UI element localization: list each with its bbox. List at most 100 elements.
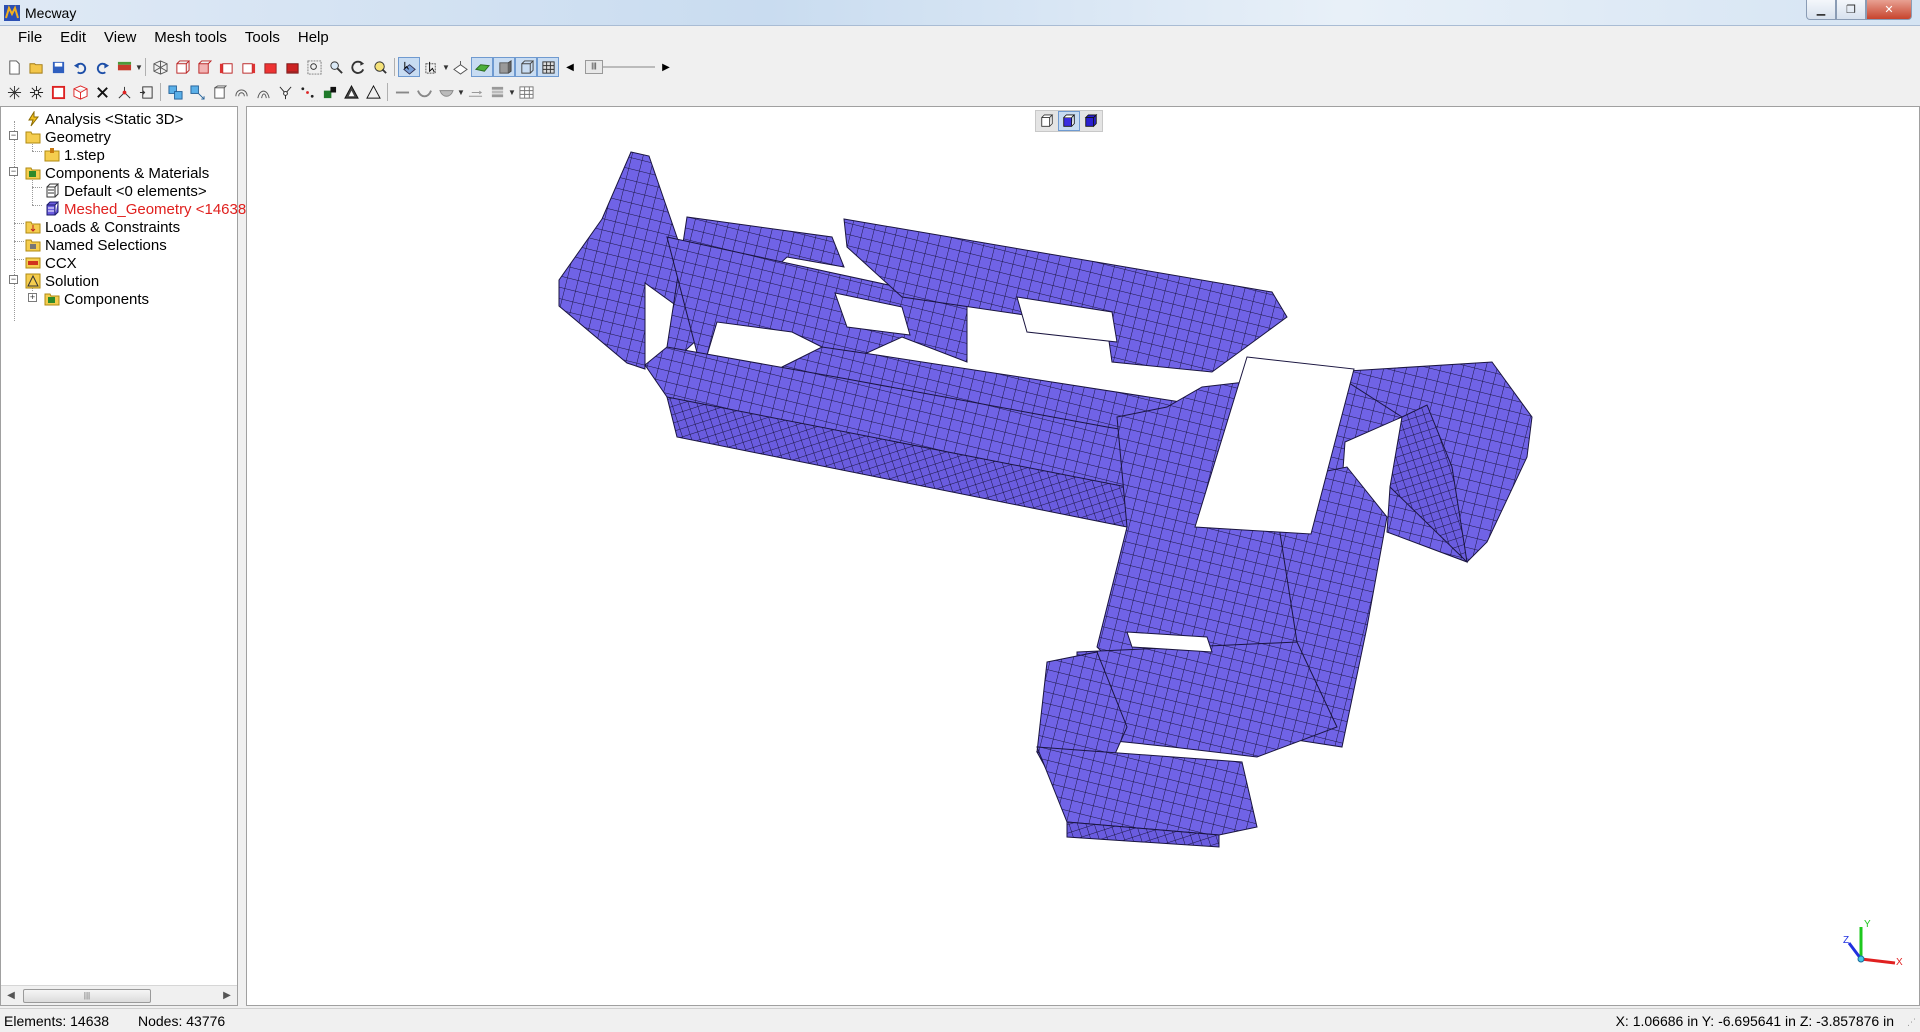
select-mode-button[interactable] <box>420 57 442 77</box>
surface-button[interactable] <box>435 82 457 102</box>
mesh-model-canvas[interactable] <box>247 107 1920 1006</box>
redo-button[interactable] <box>91 57 113 77</box>
solve-ccx-button[interactable] <box>113 57 135 77</box>
menu-mesh-tools[interactable]: Mesh tools <box>146 26 237 48</box>
fill-button[interactable] <box>318 82 340 102</box>
mesh-face-left-fin <box>558 151 682 370</box>
scroll-left-arrow-icon[interactable]: ◀ <box>3 988 19 1004</box>
scrollbar-thumb[interactable]: ||| <box>23 989 151 1003</box>
meshed-part[interactable] <box>558 151 1533 848</box>
restore-button[interactable]: ❐ <box>1836 0 1866 20</box>
select-elements-button[interactable] <box>398 57 420 77</box>
select-mode-dropdown-arrow[interactable]: ▼ <box>442 63 450 72</box>
resize-grip-icon[interactable]: ⋰ <box>1907 1017 1916 1028</box>
zoom-all-button[interactable] <box>369 57 391 77</box>
sweep-button[interactable] <box>252 82 274 102</box>
line-button[interactable] <box>391 82 413 102</box>
cube-right-icon <box>241 62 255 74</box>
graphics-viewport[interactable]: Y X Z <box>246 106 1920 1006</box>
solution-collapse-toggle[interactable]: − <box>9 275 18 284</box>
components-collapse-toggle[interactable]: − <box>9 167 18 176</box>
node-points-button[interactable] <box>296 82 318 102</box>
tree-item-solution-components[interactable]: Components <box>44 288 149 310</box>
new-file-button[interactable] <box>3 57 25 77</box>
node-points-icon <box>300 86 314 98</box>
scroll-right-arrow-icon[interactable]: ▶ <box>219 988 235 1004</box>
scroll-right-button[interactable]: ▶ <box>655 57 677 77</box>
slider-thumb[interactable]: ||| <box>585 60 603 74</box>
redo-icon <box>96 62 109 74</box>
triangle-button[interactable] <box>362 82 384 102</box>
shaded-view-button[interactable] <box>471 57 493 77</box>
transparency-slider[interactable]: ||| <box>585 59 655 75</box>
arc-button[interactable] <box>413 82 435 102</box>
fill-shape-icon <box>323 86 336 98</box>
select-faces-button[interactable] <box>449 57 471 77</box>
tree-guide-line <box>32 205 42 206</box>
model-tree-panel: Analysis <Static 3D> − Geometry 1.step −… <box>0 106 246 1006</box>
refine-button[interactable] <box>135 82 157 102</box>
zoom-window-button[interactable] <box>303 57 325 77</box>
align-arrow-icon <box>468 90 482 97</box>
explode-button[interactable] <box>3 82 25 102</box>
menu-help[interactable]: Help <box>290 26 339 48</box>
menu-edit[interactable]: Edit <box>52 26 96 48</box>
mesh-face-top-beam <box>843 218 1288 373</box>
solve-dropdown-arrow[interactable]: ▼ <box>135 63 143 72</box>
mesh-lines-button[interactable] <box>537 57 559 77</box>
menu-file[interactable]: File <box>10 26 52 48</box>
copy-mesh-icon <box>167 84 183 100</box>
mesh-toolbar: ▼ ▼ <box>0 80 1920 104</box>
cursor-coordinates: X: 1.06686 in Y: -6.695641 in Z: -3.8578… <box>1615 1013 1894 1029</box>
menu-bar: File Edit View Mesh tools Tools Help <box>0 26 1920 48</box>
menu-view[interactable]: View <box>96 26 146 48</box>
tree-guide-line <box>32 187 42 188</box>
view-right-button[interactable] <box>237 57 259 77</box>
mesh-grid-icon <box>541 60 555 74</box>
cube-bottom-icon <box>285 62 299 74</box>
save-button[interactable] <box>47 57 69 77</box>
hex-tool-button[interactable] <box>69 82 91 102</box>
view-isometric-button[interactable] <box>149 57 171 77</box>
triangle-fill-button[interactable] <box>340 82 362 102</box>
filled-triangle-icon <box>343 84 359 99</box>
view-front-button[interactable] <box>171 57 193 77</box>
open-file-button[interactable] <box>25 57 47 77</box>
view-top-button[interactable] <box>259 57 281 77</box>
align-button[interactable] <box>464 82 486 102</box>
scroll-left-button[interactable]: ◀ <box>559 57 581 77</box>
undo-button[interactable] <box>69 57 91 77</box>
table-button[interactable] <box>515 82 537 102</box>
slider-track <box>603 66 655 68</box>
mecway-app-icon <box>4 5 20 21</box>
wireframe-view-button[interactable] <box>515 57 537 77</box>
merge-nodes-button[interactable] <box>274 82 296 102</box>
split-button[interactable] <box>113 82 135 102</box>
axis-z-label: Z <box>1843 935 1849 946</box>
solid-view-button[interactable] <box>493 57 515 77</box>
close-button[interactable]: ✕ <box>1866 0 1912 20</box>
minimize-button[interactable]: ▁ <box>1806 0 1836 20</box>
layers-dropdown-arrow[interactable]: ▼ <box>508 88 516 97</box>
solution-components-expand-toggle[interactable]: + <box>28 293 37 302</box>
geometry-collapse-toggle[interactable]: − <box>9 131 18 140</box>
tree-guide-line <box>14 241 24 242</box>
layers-button[interactable] <box>486 82 508 102</box>
copy-button[interactable] <box>164 82 186 102</box>
tree-guide-line <box>14 223 24 224</box>
rotate-button[interactable] <box>347 57 369 77</box>
tree-horizontal-scrollbar[interactable]: ◀ ||| ▶ <box>1 985 237 1005</box>
zoom-button[interactable] <box>325 57 347 77</box>
analysis-lightning-icon <box>28 111 40 127</box>
extrude-button[interactable] <box>208 82 230 102</box>
surface-dropdown-arrow[interactable]: ▼ <box>457 88 465 97</box>
revolve-button[interactable] <box>230 82 252 102</box>
node-tool-button[interactable] <box>25 82 47 102</box>
element-tool-button[interactable] <box>47 82 69 102</box>
move-button[interactable] <box>186 82 208 102</box>
view-left-button[interactable] <box>215 57 237 77</box>
view-back-button[interactable] <box>193 57 215 77</box>
delete-button[interactable] <box>91 82 113 102</box>
view-bottom-button[interactable] <box>281 57 303 77</box>
menu-tools[interactable]: Tools <box>237 26 290 48</box>
